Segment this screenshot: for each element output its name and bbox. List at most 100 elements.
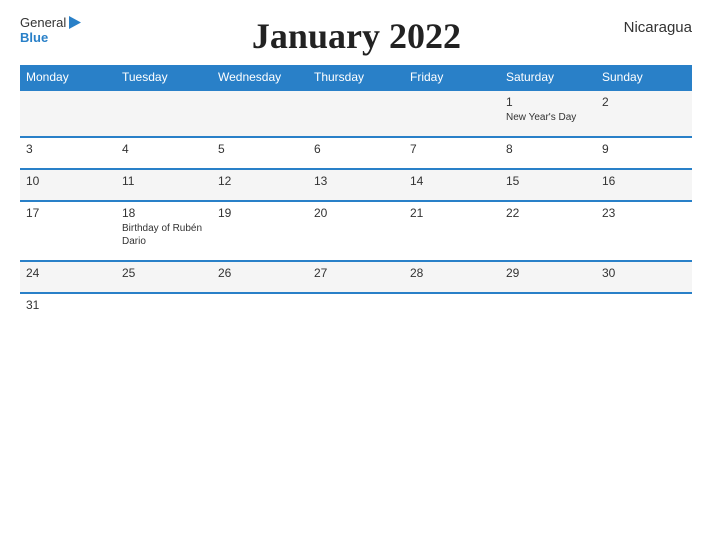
calendar-cell: 16 (596, 169, 692, 201)
calendar-cell: 30 (596, 261, 692, 293)
calendar-cell: 15 (500, 169, 596, 201)
day-number: 13 (314, 174, 398, 188)
day-number: 14 (410, 174, 494, 188)
header-monday: Monday (20, 65, 116, 90)
calendar-cell (308, 293, 404, 324)
calendar-cell: 4 (116, 137, 212, 169)
day-number: 24 (26, 266, 110, 280)
day-number: 17 (26, 206, 110, 220)
header-thursday: Thursday (308, 65, 404, 90)
calendar-cell: 17 (20, 201, 116, 261)
calendar-cell: 21 (404, 201, 500, 261)
calendar-cell: 19 (212, 201, 308, 261)
calendar-cell: 29 (500, 261, 596, 293)
calendar-cell: 10 (20, 169, 116, 201)
day-number: 27 (314, 266, 398, 280)
day-number: 12 (218, 174, 302, 188)
month-year-heading: January 2022 (89, 15, 623, 57)
logo: General Blue (20, 15, 89, 45)
day-event: Birthday of Rubén Dario (122, 222, 206, 248)
day-number: 7 (410, 142, 494, 156)
calendar-body: 1New Year's Day2345678910111213141516171… (20, 90, 692, 324)
day-number: 3 (26, 142, 110, 156)
calendar-cell: 25 (116, 261, 212, 293)
logo-flag-icon (69, 16, 89, 29)
calendar-cell (308, 90, 404, 137)
calendar-cell: 24 (20, 261, 116, 293)
calendar-cell: 18 Birthday of Rubén Dario (116, 201, 212, 261)
weekday-header-row: Monday Tuesday Wednesday Thursday Friday… (20, 65, 692, 90)
calendar-cell: 12 (212, 169, 308, 201)
day-number: 26 (218, 266, 302, 280)
calendar-cell (500, 293, 596, 324)
day-number: 9 (602, 142, 686, 156)
day-number: 6 (314, 142, 398, 156)
calendar-cell (116, 90, 212, 137)
logo-general-text: General (20, 15, 66, 30)
day-number: 29 (506, 266, 590, 280)
day-number: 25 (122, 266, 206, 280)
calendar-cell: 2 (596, 90, 692, 137)
day-number: 8 (506, 142, 590, 156)
day-number: 28 (410, 266, 494, 280)
calendar-cell: 11 (116, 169, 212, 201)
day-number: 5 (218, 142, 302, 156)
country-label: Nicaragua (624, 15, 692, 36)
calendar-cell: 5 (212, 137, 308, 169)
header-sunday: Sunday (596, 65, 692, 90)
calendar-cell: 22 (500, 201, 596, 261)
calendar-cell: 26 (212, 261, 308, 293)
logo-blue-text: Blue (20, 30, 48, 45)
day-number: 19 (218, 206, 302, 220)
calendar-cell (212, 293, 308, 324)
calendar-cell: 20 (308, 201, 404, 261)
calendar-cell: 28 (404, 261, 500, 293)
day-number: 2 (602, 95, 686, 109)
header-saturday: Saturday (500, 65, 596, 90)
calendar-cell (596, 293, 692, 324)
calendar-cell: 6 (308, 137, 404, 169)
day-number: 30 (602, 266, 686, 280)
header-wednesday: Wednesday (212, 65, 308, 90)
calendar-week-row: 10 11 12 13 14 15 16 (20, 169, 692, 201)
day-number: 10 (26, 174, 110, 188)
calendar-header: Monday Tuesday Wednesday Thursday Friday… (20, 65, 692, 90)
day-number: 11 (122, 174, 206, 188)
header: General Blue January 2022 Nicaragua (20, 15, 692, 57)
calendar-cell (116, 293, 212, 324)
calendar-cell (212, 90, 308, 137)
calendar-week-row: 3456789 (20, 137, 692, 169)
calendar-week-row: 24 25 26 27 28 29 30 (20, 261, 692, 293)
calendar-cell: 8 (500, 137, 596, 169)
calendar-cell: 14 (404, 169, 500, 201)
calendar-cell: 9 (596, 137, 692, 169)
calendar-cell: 7 (404, 137, 500, 169)
calendar-cell: 1 New Year's Day (500, 90, 596, 137)
calendar-cell: 31 (20, 293, 116, 324)
day-number: 21 (410, 206, 494, 220)
day-number: 20 (314, 206, 398, 220)
calendar-table: Monday Tuesday Wednesday Thursday Friday… (20, 65, 692, 324)
calendar-cell (404, 293, 500, 324)
calendar-week-row: 1 New Year's Day 2 (20, 90, 692, 137)
calendar-cell: 27 (308, 261, 404, 293)
calendar-title: January 2022 (89, 15, 623, 57)
header-tuesday: Tuesday (116, 65, 212, 90)
day-number: 23 (602, 206, 686, 220)
day-event: New Year's Day (506, 111, 590, 124)
day-number: 4 (122, 142, 206, 156)
calendar-cell: 23 (596, 201, 692, 261)
day-number: 15 (506, 174, 590, 188)
calendar-cell (20, 90, 116, 137)
calendar-week-row: 31 (20, 293, 692, 324)
calendar-page: General Blue January 2022 Nicaragua Mond… (0, 0, 712, 550)
calendar-cell: 13 (308, 169, 404, 201)
calendar-cell (404, 90, 500, 137)
day-number: 1 (506, 95, 590, 109)
calendar-cell: 3 (20, 137, 116, 169)
day-number: 18 (122, 206, 206, 220)
header-friday: Friday (404, 65, 500, 90)
day-number: 22 (506, 206, 590, 220)
calendar-week-row: 17 18 Birthday of Rubén Dario 19 20 21 22 23 (20, 201, 692, 261)
day-number: 16 (602, 174, 686, 188)
